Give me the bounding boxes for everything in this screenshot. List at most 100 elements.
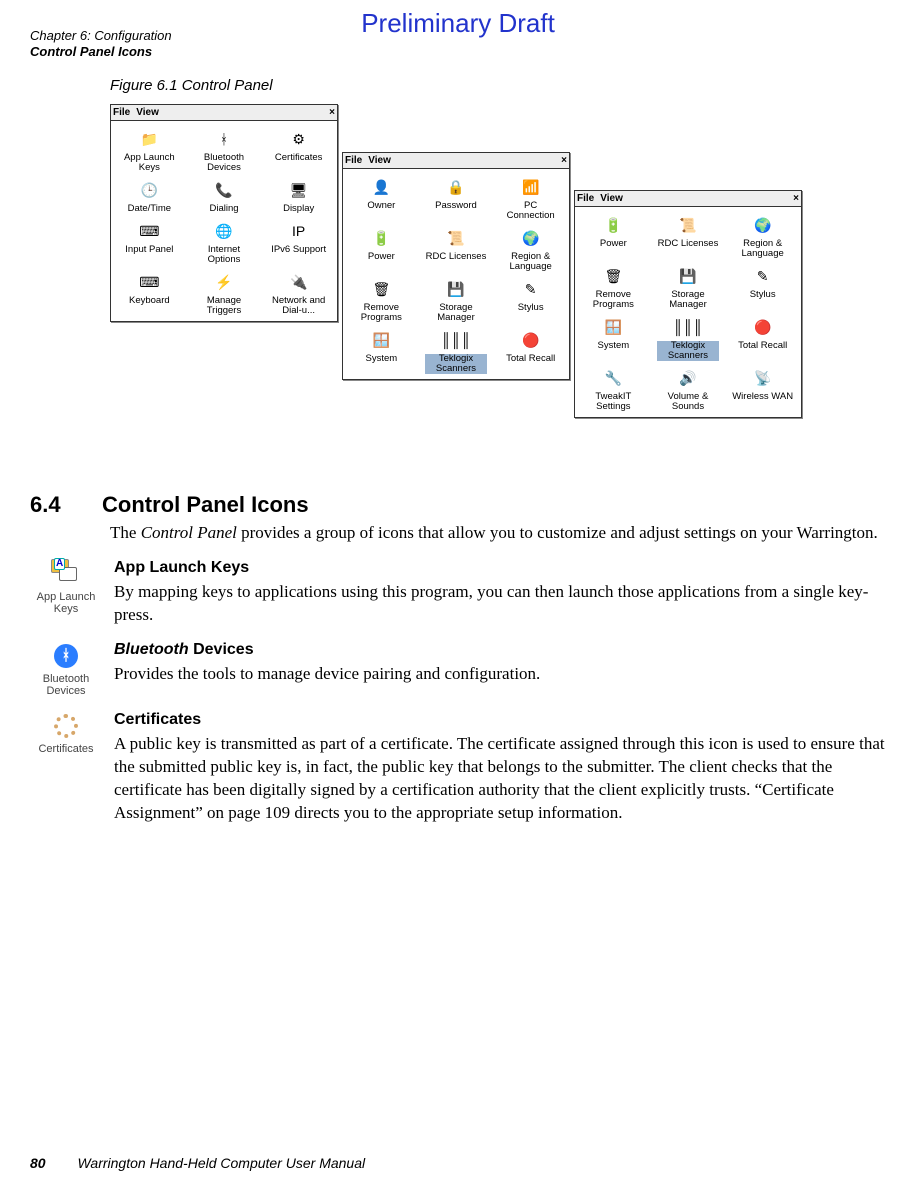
cp-item-icon: 🔋 [600,212,626,238]
control-panel-item[interactable]: ⌨Input Panel [113,217,186,266]
control-panel-item[interactable]: 🔒Password [420,173,493,222]
icon-label: App Launch Keys [30,591,102,615]
cp-item-label: Stylus [518,303,544,313]
control-panel-item[interactable]: 🔧TweakIT Settings [577,364,650,413]
control-panel-item[interactable]: ᚼBluetooth Devices [188,125,261,174]
cp-item-icon: 🖥 [286,177,312,203]
subsection-heading: Certificates [114,711,886,729]
cp-item-icon: ║║║ [443,327,469,353]
control-panel-item[interactable]: ⌨Keyboard [113,268,186,317]
cp-item-icon: 📡 [750,365,776,391]
control-panel-item[interactable]: 🔌Network and Dial-u... [262,268,335,317]
cp-item-label: Power [368,252,395,262]
cp-item-label: Internet Options [193,245,255,265]
control-panel-item[interactable]: 🖥Display [262,176,335,215]
control-panel-window-1: File View × 📁App Launch KeysᚼBluetooth D… [110,104,338,322]
cp-item-label: Region & Language [732,239,794,259]
cp-item-label: App Launch Keys [118,153,180,173]
control-panel-item[interactable]: 🔋Power [345,224,418,273]
cp-item-icon: 💾 [675,263,701,289]
cp-item-label: System [597,341,629,351]
control-panel-item[interactable]: 🔴Total Recall [726,313,799,362]
cp-item-label: Input Panel [125,245,173,255]
cp-item-label: Storage Manager [657,290,719,310]
close-icon[interactable]: × [561,155,567,166]
page-number: 80 [30,1155,46,1171]
cp-item-label: Volume & Sounds [657,392,719,412]
control-panel-item[interactable]: 📜RDC Licenses [652,211,725,260]
cp-item-icon: ⌨ [136,218,162,244]
close-icon[interactable]: × [329,107,335,118]
figure-wrapper: File View × 📁App Launch KeysᚼBluetooth D… [110,104,886,474]
header-line2: Control Panel Icons [30,44,886,60]
control-panel-item[interactable]: 🗑Remove Programs [577,262,650,311]
menu-view[interactable]: View [368,155,391,166]
control-panel-item[interactable]: 🌐Internet Options [188,217,261,266]
control-panel-grid: 📁App Launch KeysᚼBluetooth Devices⚙Certi… [111,121,337,321]
close-icon[interactable]: × [793,193,799,204]
control-panel-item[interactable]: ⚙Certificates [262,125,335,174]
window-titlebar: File View × [343,153,569,169]
control-panel-item[interactable]: 🌍Region & Language [726,211,799,260]
control-panel-item[interactable]: ✎Stylus [494,275,567,324]
cp-item-label: Total Recall [506,354,555,364]
figure-caption: Figure 6.1 Control Panel [110,77,886,94]
page-footer: 80 Warrington Hand-Held Computer User Ma… [30,1155,365,1171]
menu-view[interactable]: View [600,193,623,204]
cp-item-icon: ✎ [750,263,776,289]
cp-item-icon: 🔌 [286,269,312,295]
control-panel-item[interactable]: 🗑Remove Programs [345,275,418,324]
control-panel-item[interactable]: ║║║Teklogix Scanners [652,313,725,362]
icon-column: ᚼ Bluetooth Devices [30,641,102,697]
cp-item-icon: 🔧 [600,365,626,391]
menu-file[interactable]: File [345,155,362,166]
window-titlebar: File View × [575,191,801,207]
window-titlebar: File View × [111,105,337,121]
control-panel-item[interactable]: 🪟System [577,313,650,362]
control-panel-item[interactable]: ⚡Manage Triggers [188,268,261,317]
cp-item-icon: 🔒 [443,174,469,200]
control-panel-item[interactable]: ║║║Teklogix Scanners [420,326,493,375]
control-panel-item[interactable]: 📞Dialing [188,176,261,215]
cp-item-label: Network and Dial-u... [268,296,330,316]
text: The [110,523,141,542]
cp-item-label: RDC Licenses [426,252,487,262]
cp-item-icon: 🌐 [211,218,237,244]
certificates-icon [51,711,81,741]
control-panel-item[interactable]: 🔊Volume & Sounds [652,364,725,413]
cp-item-icon: 🔴 [518,327,544,353]
cp-item-icon: 🗑 [600,263,626,289]
control-panel-item[interactable]: 👤Owner [345,173,418,222]
menu-file[interactable]: File [113,107,130,118]
icon-column: Certificates [30,711,102,825]
control-panel-item[interactable]: 📶PC Connection [494,173,567,222]
control-panel-item[interactable]: 🌍Region & Language [494,224,567,273]
cp-item-icon: 🔊 [675,365,701,391]
control-panel-item[interactable]: 📡Wireless WAN [726,364,799,413]
control-panel-item[interactable]: IPIPv6 Support [262,217,335,266]
cp-item-label: Storage Manager [425,303,487,323]
subsection-bluetooth-devices: ᚼ Bluetooth Devices Bluetooth Devices Pr… [30,641,886,697]
subsection-certificates: Certificates Certificates A public key i… [30,711,886,825]
control-panel-item[interactable]: 💾Storage Manager [652,262,725,311]
menu-file[interactable]: File [577,193,594,204]
control-panel-item[interactable]: 📜RDC Licenses [420,224,493,273]
control-panel-item[interactable]: 📁App Launch Keys [113,125,186,174]
cp-item-label: Remove Programs [582,290,644,310]
control-panel-item[interactable]: 🔋Power [577,211,650,260]
cp-item-label: Remove Programs [350,303,412,323]
cp-item-icon: ᚼ [211,126,237,152]
control-panel-item[interactable]: 🪟System [345,326,418,375]
icon-label: Bluetooth Devices [30,673,102,697]
control-panel-item[interactable]: 💾Storage Manager [420,275,493,324]
control-panel-item[interactable]: 🕒Date/Time [113,176,186,215]
section-title: Control Panel Icons [102,492,309,518]
cp-item-icon: ✎ [518,276,544,302]
cp-item-label: Teklogix Scanners [425,354,487,374]
control-panel-item[interactable]: 🔴Total Recall [494,326,567,375]
heading-plain: Devices [189,641,254,658]
menu-view[interactable]: View [136,107,159,118]
cp-item-icon: 🔋 [368,225,394,251]
control-panel-item[interactable]: ✎Stylus [726,262,799,311]
cp-item-label: Teklogix Scanners [657,341,719,361]
